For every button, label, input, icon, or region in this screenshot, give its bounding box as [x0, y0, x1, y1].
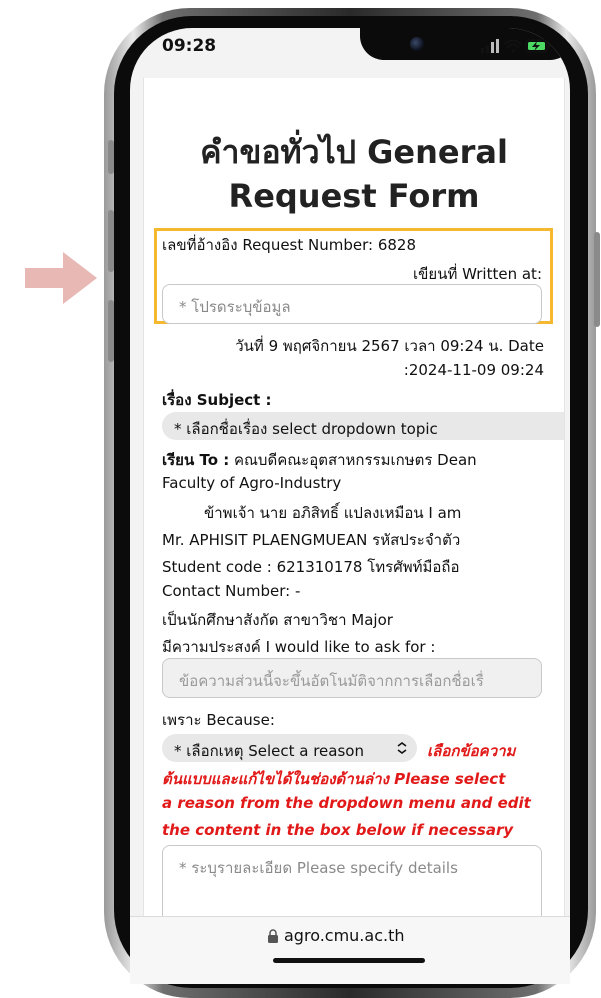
hint-text-line3: a reason from the dropdown menu and edit: [162, 794, 531, 812]
page-title: คำขอทั่วไป General Request Form: [200, 133, 508, 215]
major-line: เป็นนักศึกษาสังกัด สาขาวิชา Major: [162, 611, 393, 629]
written-at-label: เขียนที่ Written at:: [413, 265, 542, 283]
contact-line: Contact Number: -: [162, 582, 301, 600]
student-code-line: Student code : 621310178 โทรศัพท์มือถือ: [162, 558, 460, 576]
camera-icon: [410, 37, 424, 51]
hint-text-start: เลือกข้อความ: [427, 742, 516, 760]
hint-text-line4: the content in the box below if necessar…: [162, 821, 514, 839]
status-icons: [481, 39, 550, 53]
date-line: วันที่ 9 พฤศจิกายน 2567 เวลา 09:24 น. Da…: [235, 337, 544, 355]
wifi-icon: [504, 39, 522, 53]
applicant-line: ข้าพเจ้า นาย อภิสิทธิ์ แปลงเหมือน I am: [204, 504, 462, 522]
hint-text-line2: ต้นแบบและแก้ไขได้ในช่องด้านล่าง Please s…: [162, 770, 506, 788]
reason-select[interactable]: * เลือกเหตุ Select a reason: [162, 734, 417, 762]
phone-power-button: [594, 232, 600, 327]
home-indicator[interactable]: [273, 958, 425, 963]
signal-icon: [481, 39, 499, 53]
applicant-name-line: Mr. APHISIT PLAENGMUEAN รหัสประจำตัว: [162, 531, 461, 549]
pointer-arrow-icon: [25, 252, 97, 304]
lock-icon: [268, 929, 278, 943]
request-number: เลขที่อ้างอิง Request Number: 6828: [162, 236, 417, 254]
web-page: คำขอทั่วไป General Request Form เลขที่อ้…: [143, 78, 565, 916]
faculty-line: Faculty of Agro-Industry: [162, 474, 342, 492]
subject-select[interactable]: * เลือกชื่อเรื่อง select dropdown topic: [162, 412, 564, 440]
written-at-input[interactable]: * โปรดระบุข้อมูล: [162, 284, 542, 324]
date-iso: :2024-11-09 09:24: [403, 361, 544, 379]
url-text[interactable]: agro.cmu.ac.th: [284, 926, 405, 945]
status-time: 09:28: [162, 36, 217, 56]
subject-label: เรื่อง Subject :: [162, 391, 272, 409]
details-textarea[interactable]: * ระบุรายละเอียด Please specify details: [162, 845, 542, 916]
battery-charging-icon: [525, 39, 550, 53]
auto-request-field[interactable]: ข้อความส่วนนี้จะขึ้นอัตโนมัติจากการเลือก…: [162, 658, 542, 698]
updown-chevron-icon: [397, 742, 407, 754]
because-label: เพราะ Because:: [162, 711, 275, 729]
to-line: เรียน To : คณบดีคณะอุตสาหกรรมเกษตร Dean: [162, 451, 477, 469]
request-intro: มีความประสงค์ I would like to ask for :: [162, 638, 436, 656]
